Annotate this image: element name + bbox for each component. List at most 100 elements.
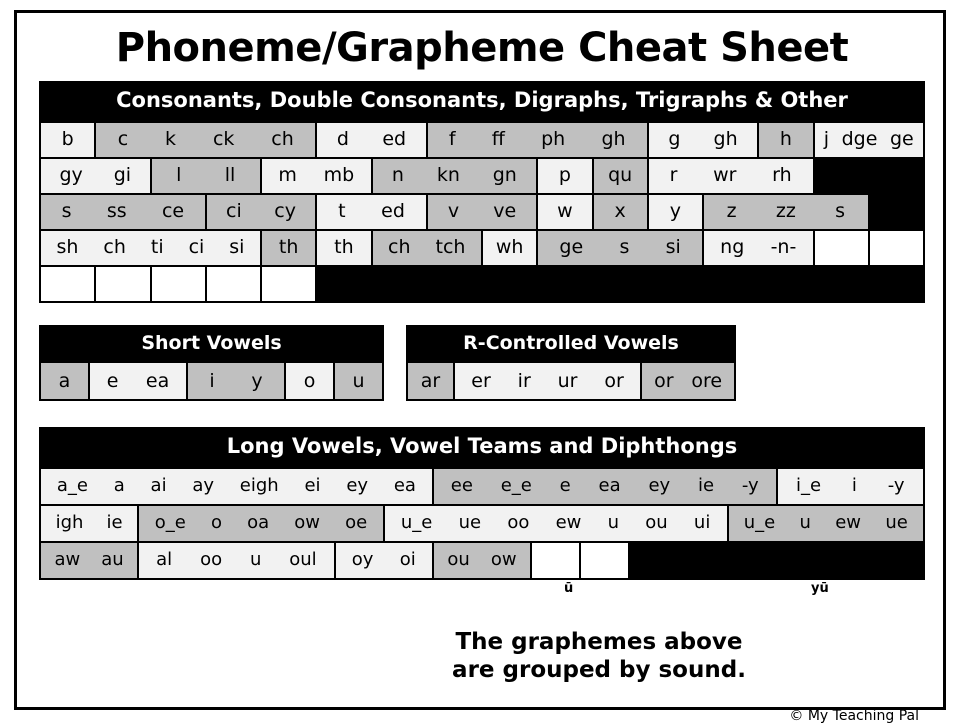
grapheme: ge (889, 128, 914, 150)
grapheme: ng (720, 236, 745, 258)
grapheme-group: ng -n- (704, 230, 815, 267)
grapheme-group: igh ie (41, 505, 140, 543)
grapheme: ow (490, 549, 517, 570)
grapheme: ph (541, 128, 566, 150)
grapheme: y (669, 200, 681, 222)
grapheme: eigh (239, 475, 279, 496)
grapheme: ey (346, 475, 369, 496)
grapheme: oo (200, 549, 223, 570)
grapheme: oo (507, 512, 530, 533)
grapheme: n (391, 164, 404, 186)
grapheme-group: i_e i -y (777, 468, 925, 506)
grapheme: ey (648, 475, 671, 496)
grapheme-group: m mb (262, 158, 373, 195)
grapheme: v (447, 200, 460, 222)
grapheme: gy (59, 164, 83, 186)
grapheme: gn (492, 164, 517, 186)
grapheme: gh (601, 128, 626, 150)
grapheme: ie (697, 475, 715, 496)
grapheme: o (210, 512, 222, 533)
grapheme: h (779, 128, 792, 150)
empty-cell (581, 542, 631, 580)
grapheme-group: b (41, 122, 97, 159)
vowels-row: Short Vowels a e ea i y o u R-Controlled Vowel… (39, 324, 925, 401)
grapheme: dge (841, 128, 878, 150)
grapheme: al (156, 549, 173, 570)
grapheme: oe (345, 512, 368, 533)
short-vowels-section: Short Vowels a e ea i y o u (39, 324, 384, 401)
grapheme-group: j dge ge (814, 122, 925, 159)
grapheme-group: gy gi (41, 158, 152, 195)
grapheme: e (106, 369, 119, 392)
grapheme: -n- (770, 236, 797, 258)
grapheme-group: f ff ph gh (427, 122, 649, 159)
grapheme-group: wh (483, 230, 539, 267)
grapheme: x (614, 200, 626, 222)
grapheme: ge (559, 236, 584, 258)
grapheme-group: c k ck ch (96, 122, 318, 159)
grapheme: o_e (154, 512, 186, 533)
grapheme: d (336, 128, 349, 150)
grapheme-group: ge s si (538, 230, 704, 267)
grapheme: ai (150, 475, 167, 496)
grapheme: b (61, 128, 74, 150)
grapheme: s (61, 200, 72, 222)
grapheme-group: iy (188, 363, 286, 401)
grapheme-group: u (335, 363, 384, 401)
grapheme: er (471, 369, 491, 392)
grapheme: gi (113, 164, 132, 186)
grapheme: si (229, 236, 245, 258)
grapheme-group: oy oi (335, 542, 434, 580)
long-vowels-section: Long Vowels, Vowel Teams and Diphthongs … (39, 427, 925, 580)
grapheme-group: u_e ue oo ew u ou ui (384, 505, 729, 543)
copyright-text: © My Teaching Pal (789, 707, 919, 724)
grapheme: u (607, 512, 620, 533)
grapheme: gh (713, 128, 738, 150)
grapheme: au (101, 549, 124, 570)
grapheme: w (557, 200, 573, 222)
grapheme: a (58, 369, 71, 392)
grapheme-group: z zz s (704, 194, 870, 231)
grapheme: ue (458, 512, 482, 533)
grapheme: ll (224, 164, 236, 186)
grapheme-group: v ve (427, 194, 539, 231)
grapheme: ch (103, 236, 126, 258)
grapheme: i (209, 369, 215, 392)
grapheme-group: h (759, 122, 815, 159)
empty-cell (814, 230, 870, 267)
grapheme: y (251, 369, 263, 392)
grapheme: ou (645, 512, 668, 533)
grapheme: s (619, 236, 630, 258)
r-controlled-vowels-table: ar er ir ur or or ore (406, 361, 736, 401)
grapheme: ie (106, 512, 123, 533)
grouping-note: The graphemes above are grouped by sound… (399, 628, 799, 686)
grapheme-group: w (538, 194, 594, 231)
grapheme-group: p (538, 158, 594, 195)
grapheme: oa (247, 512, 270, 533)
grapheme-group: or ore (642, 363, 736, 401)
grapheme: sh (56, 236, 79, 258)
grapheme: oul (289, 549, 317, 570)
grapheme-group: e ea (90, 363, 188, 401)
grapheme-group: sh ch ti ci si (41, 230, 262, 267)
empty-cell (869, 230, 925, 267)
grapheme: ew (555, 512, 582, 533)
grapheme-group: aw au (41, 542, 140, 580)
grapheme: mb (323, 164, 355, 186)
consonants-section: Consonants, Double Consonants, Digraphs,… (39, 81, 925, 303)
grapheme-group: ou ow (433, 542, 533, 580)
page-title: Phoneme/Grapheme Cheat Sheet (115, 25, 849, 71)
grapheme: l (176, 164, 182, 186)
grapheme-group: qu (593, 158, 649, 195)
long-vowel-annotations: ū yū (39, 580, 925, 602)
grapheme: ce (161, 200, 185, 222)
grapheme-group: a (41, 363, 90, 401)
grapheme-group: n kn gn (372, 158, 539, 195)
grapheme: r (669, 164, 678, 186)
empty-cell (151, 266, 207, 303)
grapheme: ed (381, 200, 405, 222)
grapheme: ore (691, 369, 723, 392)
grapheme: c (117, 128, 129, 150)
grapheme: ch (388, 236, 411, 258)
empty-cell (532, 542, 582, 580)
